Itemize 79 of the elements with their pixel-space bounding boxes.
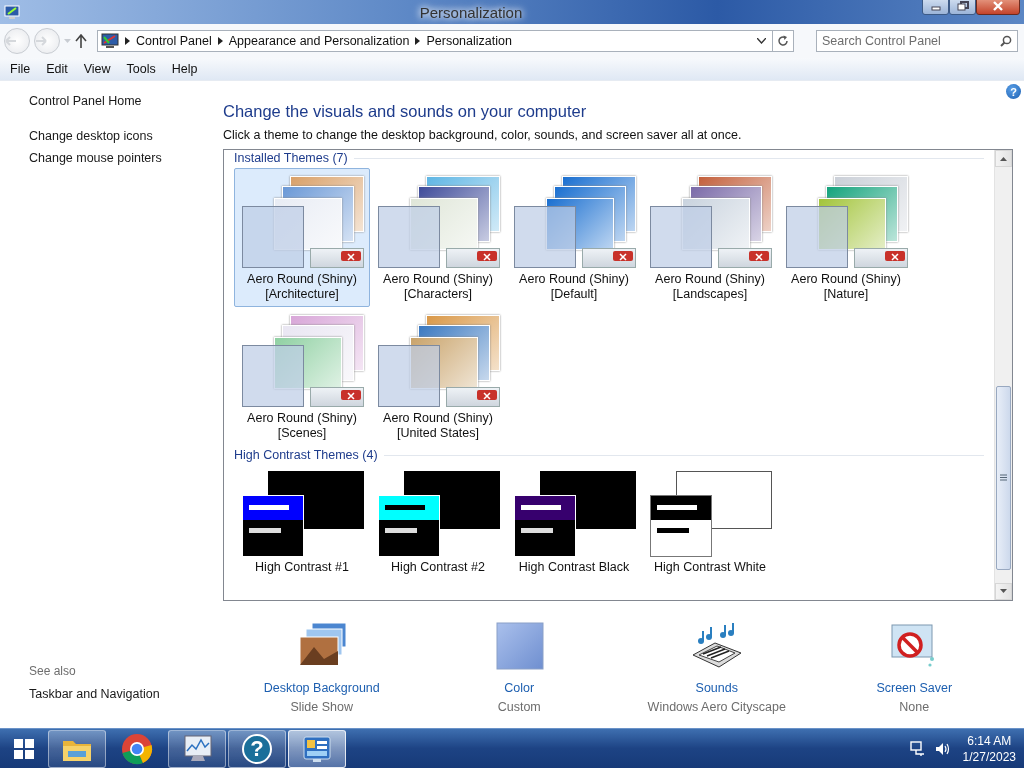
taskbar-button[interactable] [48, 729, 106, 768]
menu-item[interactable]: Tools [118, 60, 164, 78]
taskbar-button[interactable] [288, 729, 346, 768]
forward-arrow-icon [35, 36, 47, 46]
refresh-icon [777, 35, 789, 47]
theme-tile[interactable]: High Contrast White [642, 465, 778, 580]
dropdown-caret-icon[interactable] [756, 38, 766, 44]
restore-icon [956, 0, 969, 11]
close-icon [992, 0, 1004, 11]
theme-tile[interactable]: High Contrast Black [506, 465, 642, 580]
group-heading: High Contrast Themes (4) [234, 448, 378, 462]
breadcrumb-link[interactable]: Appearance and Personalization [228, 34, 410, 48]
theme-name: Aero Round (Shiny) [Nature] [790, 272, 902, 302]
vertical-scrollbar[interactable] [994, 150, 1012, 600]
setting-link[interactable]: Desktop Background [263, 681, 380, 695]
breadcrumb-link[interactable]: Personalization [426, 34, 512, 48]
theme-tile[interactable]: Aero Round (Shiny) [Scenes] [234, 307, 370, 446]
window-title: Personalization [418, 3, 524, 21]
minimize-button[interactable] [922, 0, 949, 15]
theme-name: High Contrast #1 [254, 560, 350, 575]
up-arrow-icon[interactable] [75, 34, 87, 48]
theme-tile[interactable]: Aero Round (Shiny) [Nature] [778, 168, 914, 307]
scroll-down-arrow-icon[interactable] [1000, 589, 1007, 594]
address-field[interactable]: Control Panel Appearance and Personalization Personalization [97, 30, 773, 52]
theme-tile[interactable]: Aero Round (Shiny) [United States] [370, 307, 506, 446]
theme-name: High Contrast Black [517, 560, 631, 575]
page-description: Click a theme to change the desktop background, color, sounds, and screen saver all at once. [223, 128, 743, 143]
windows-logo-icon [14, 738, 34, 759]
theme-name: High Contrast #2 [390, 560, 486, 575]
setting-value: Custom [497, 700, 541, 714]
page-title: Change the visuals and sounds on your computer [223, 101, 588, 122]
see-also-heading: See also [29, 664, 77, 678]
theme-name: Aero Round (Shiny) [Characters] [382, 272, 494, 302]
sidebar-link[interactable]: Change desktop icons [29, 129, 223, 143]
menu-item[interactable]: Help [163, 60, 206, 78]
app-icon [4, 4, 20, 20]
refresh-button[interactable] [772, 30, 794, 52]
setting-value: None [899, 700, 930, 714]
scroll-thumb[interactable] [996, 386, 1011, 570]
setting-value: Slide Show [290, 700, 353, 714]
breadcrumb-link[interactable]: Control Panel [136, 34, 212, 48]
theme-tile[interactable]: High Contrast #2 [370, 465, 506, 580]
theme-tile[interactable]: Aero Round (Shiny) [Characters] [370, 168, 506, 307]
sidebar-link[interactable]: Change mouse pointers [29, 151, 223, 165]
search-icon [1000, 35, 1012, 47]
breadcrumb-arrow-icon [217, 37, 223, 45]
menu-item[interactable]: Edit [38, 60, 76, 78]
menu-item[interactable]: View [75, 60, 119, 78]
breadcrumb-arrow-icon [415, 37, 421, 45]
close-button[interactable] [976, 0, 1020, 15]
control-panel-icon [101, 33, 119, 49]
see-also-link[interactable]: Taskbar and Navigation [29, 687, 223, 701]
scroll-up-arrow-icon[interactable] [1000, 156, 1007, 161]
setting-link[interactable]: Sounds [695, 681, 738, 695]
menu-item[interactable]: File [2, 60, 39, 78]
back-arrow-icon [5, 36, 17, 46]
theme-name: Aero Round (Shiny) [United States] [382, 411, 494, 441]
restore-button[interactable] [949, 0, 976, 15]
theme-name: Aero Round (Shiny) [Architecture] [246, 272, 358, 302]
theme-name: High Contrast White [653, 560, 767, 575]
breadcrumb-arrow-icon [125, 37, 130, 45]
theme-tile[interactable]: Aero Round (Shiny) [Architecture] [234, 168, 370, 307]
setting-link[interactable]: Color [504, 681, 535, 695]
theme-tile[interactable]: High Contrast #1 [234, 465, 370, 580]
setting-link[interactable]: Screen Saver [876, 681, 953, 695]
theme-tile[interactable]: Aero Round (Shiny) [Landscapes] [642, 168, 778, 307]
theme-name: Aero Round (Shiny) [Default] [518, 272, 630, 302]
group-heading: Installed Themes (7) [234, 151, 348, 165]
theme-name: Aero Round (Shiny) [Scenes] [246, 411, 358, 441]
clock[interactable]: 6:14 AM 1/27/2023 [962, 732, 1016, 765]
taskbar-button[interactable] [168, 729, 226, 768]
search-field[interactable]: Search Control Panel [816, 30, 1018, 52]
taskbar-button[interactable]: ? [228, 729, 286, 768]
setting-value: Windows Aero Cityscape [647, 700, 786, 714]
theme-name: Aero Round (Shiny) [Landscapes] [654, 272, 766, 302]
network-icon[interactable] [909, 740, 926, 757]
theme-tile[interactable]: Aero Round (Shiny) [Default] [506, 168, 642, 307]
sidebar-link[interactable]: Control Panel Home [29, 94, 223, 108]
grip-icon [1000, 474, 1007, 482]
